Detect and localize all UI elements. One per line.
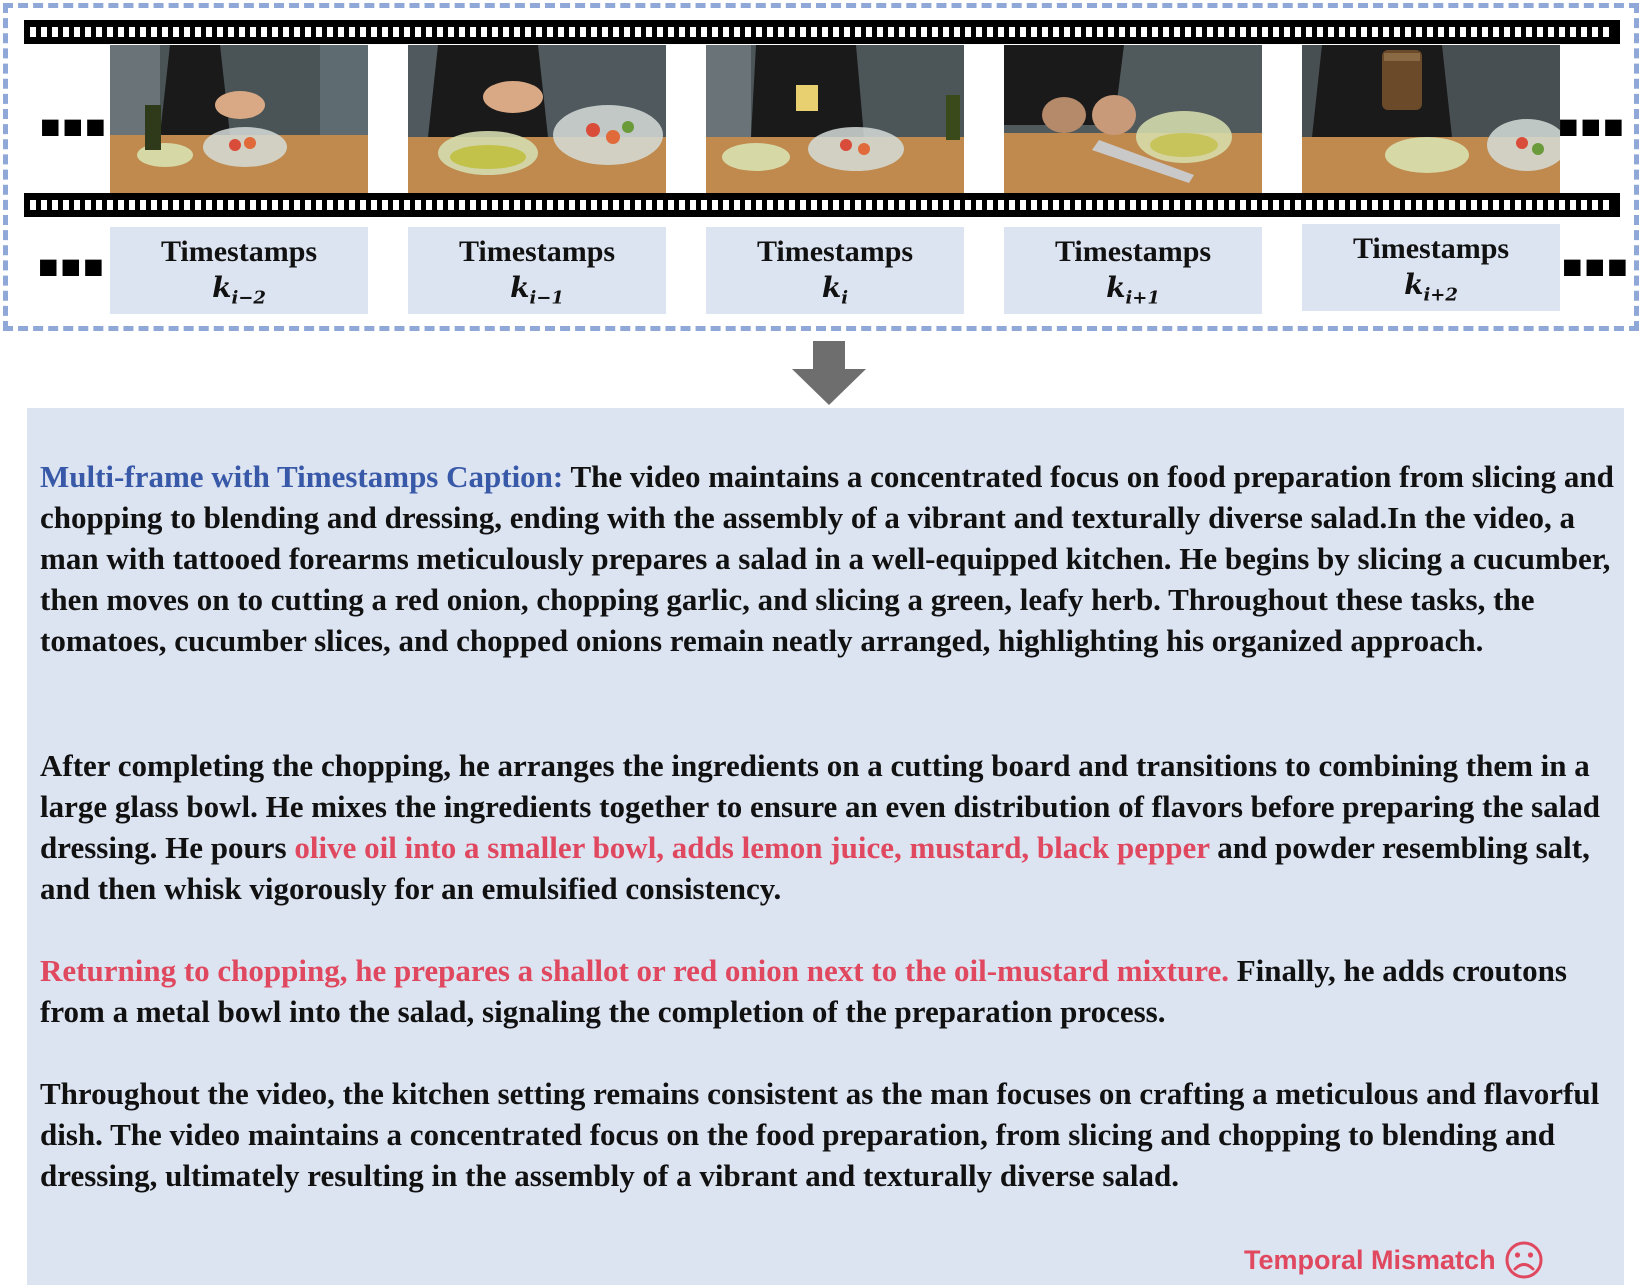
video-frame-2 bbox=[408, 45, 666, 193]
video-frame-5 bbox=[1302, 45, 1560, 193]
timestamp-box-5: Timestamps ki+2 bbox=[1302, 224, 1560, 311]
caption-text: Throughout the video, the kitchen settin… bbox=[40, 1076, 1600, 1193]
ellipsis-right-timestamps: ■■■ bbox=[1562, 248, 1630, 286]
caption-paragraph-3: Returning to chopping, he prepares a sha… bbox=[40, 950, 1620, 1032]
ellipsis-left-timestamps: ■■■ bbox=[38, 248, 106, 286]
film-strip-top-border bbox=[24, 20, 1620, 44]
timestamp-index: ki−2 bbox=[212, 271, 266, 309]
film-strip-bottom-border bbox=[24, 193, 1620, 217]
timestamp-label: Timestamps bbox=[756, 235, 914, 268]
timestamp-index: ki−1 bbox=[510, 271, 564, 309]
caption-paragraph-4: Throughout the video, the kitchen settin… bbox=[40, 1073, 1620, 1196]
caption-panel: Multi-frame with Timestamps Caption: The… bbox=[27, 408, 1624, 1285]
ellipsis-right-frames: ■■■ bbox=[1558, 108, 1626, 146]
timestamp-label: Timestamps bbox=[160, 235, 318, 268]
caption-highlight: Returning to chopping, he prepares a sha… bbox=[40, 953, 1229, 988]
timestamp-label: Timestamps bbox=[1054, 235, 1212, 268]
timestamp-index: ki+2 bbox=[1404, 268, 1458, 306]
video-frame-3 bbox=[706, 45, 964, 193]
timestamp-box-1: Timestamps ki−2 bbox=[110, 227, 368, 314]
video-frame-1 bbox=[110, 45, 368, 193]
temporal-mismatch-badge: Temporal Mismatch bbox=[1244, 1240, 1544, 1280]
sad-face-icon bbox=[1505, 1241, 1543, 1279]
timestamp-box-4: Timestamps ki+1 bbox=[1004, 227, 1262, 314]
timestamp-label: Timestamps bbox=[1352, 232, 1510, 265]
timestamp-index: ki bbox=[821, 271, 849, 309]
caption-heading: Multi-frame with Timestamps Caption: bbox=[40, 459, 564, 494]
ellipsis-left-frames: ■■■ bbox=[40, 108, 108, 146]
timestamp-box-3: Timestamps ki bbox=[706, 227, 964, 314]
caption-paragraph-2: After completing the chopping, he arrang… bbox=[40, 745, 1620, 909]
timestamp-box-2: Timestamps ki−1 bbox=[408, 227, 666, 314]
caption-highlight: olive oil into a smaller bowl, adds lemo… bbox=[294, 830, 1210, 865]
caption-paragraph-1: Multi-frame with Timestamps Caption: The… bbox=[40, 456, 1620, 661]
badge-label: Temporal Mismatch bbox=[1244, 1244, 1496, 1275]
down-arrow-icon bbox=[792, 341, 866, 405]
video-frame-4 bbox=[1004, 45, 1262, 193]
timestamp-label: Timestamps bbox=[458, 235, 616, 268]
timestamp-index: ki+1 bbox=[1106, 271, 1160, 309]
